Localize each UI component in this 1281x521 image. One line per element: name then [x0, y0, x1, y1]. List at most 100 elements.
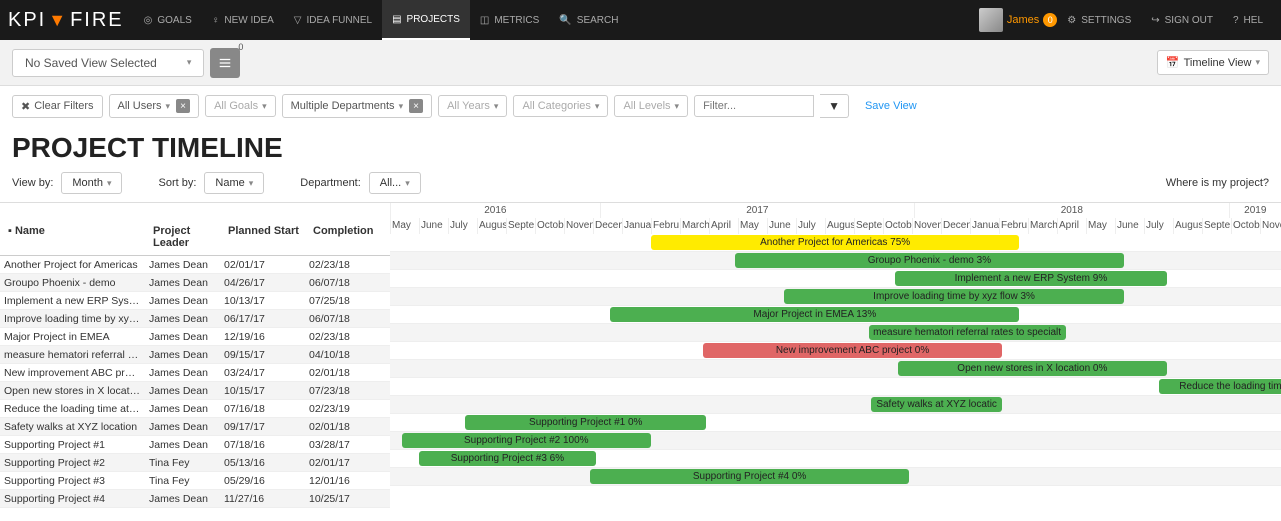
table-row[interactable]: Implement a new ERP SystemJames Dean10/1…: [0, 292, 390, 310]
years-filter[interactable]: All Years▾: [438, 95, 507, 117]
table-row[interactable]: Major Project in EMEAJames Dean12/19/160…: [0, 328, 390, 346]
sort-by-value: Name: [215, 177, 244, 189]
table-row[interactable]: Supporting Project #3Tina Fey05/29/1612/…: [0, 472, 390, 490]
cell-name: Improve loading time by xyz fl...: [0, 313, 145, 325]
gantt-bar[interactable]: Safety walks at XYZ locatic: [871, 397, 1002, 412]
cell-start: 05/13/16: [220, 457, 305, 469]
levels-filter[interactable]: All Levels▾: [614, 95, 688, 117]
table-row[interactable]: Open new stores in X locationJames Dean1…: [0, 382, 390, 400]
logo[interactable]: KPI ▼ FIRE: [8, 9, 124, 32]
gantt-bar[interactable]: Groupo Phoenix - demo 3%: [735, 253, 1124, 268]
view-controls: View by: Month ▾ Sort by: Name ▾ Departm…: [0, 168, 1281, 202]
table-row[interactable]: Reduce the loading time at D...James Dea…: [0, 400, 390, 418]
col-completion[interactable]: Completion: [311, 223, 396, 251]
month-label: Noven: [912, 218, 941, 234]
cell-name: Reduce the loading time at D...: [0, 403, 145, 415]
filter-input[interactable]: [694, 95, 814, 117]
saved-view-dropdown[interactable]: No Saved View Selected ▾: [12, 49, 204, 77]
gantt-bar[interactable]: New improvement ABC project 0%: [703, 343, 1002, 358]
gantt-chart[interactable]: 2016201720182019 MayJuneJulyAugusSepteOc…: [390, 203, 1281, 508]
cell-end: 07/25/18: [305, 295, 390, 307]
col-start[interactable]: Planned Start: [226, 223, 311, 251]
nav-goals[interactable]: ◎GOALS: [134, 0, 202, 40]
department-label: Department:: [300, 177, 361, 189]
departments-filter[interactable]: Multiple Departments▾×: [282, 94, 432, 118]
col-name[interactable]: ▪ Name: [6, 223, 151, 251]
table-row[interactable]: Supporting Project #1James Dean07/18/160…: [0, 436, 390, 454]
categories-filter[interactable]: All Categories▾: [513, 95, 608, 117]
table-row[interactable]: Groupo Phoenix - demoJames Dean04/26/170…: [0, 274, 390, 292]
table-row[interactable]: measure hematori referral rate...James D…: [0, 346, 390, 364]
cell-name: New improvement ABC proje...: [0, 367, 145, 379]
cell-name: Supporting Project #3: [0, 475, 145, 487]
gantt-bar[interactable]: Supporting Project #4 0%: [590, 469, 909, 484]
users-filter[interactable]: All Users▾×: [109, 94, 200, 118]
month-label: March: [1028, 218, 1057, 234]
nav-idea-funnel[interactable]: ▽IDEA FUNNEL: [284, 0, 382, 40]
page-title: PROJECT TIMELINE: [12, 132, 1269, 164]
close-icon[interactable]: ×: [409, 99, 423, 113]
col-leader[interactable]: Project Leader: [151, 223, 226, 251]
timeline-view-label: Timeline View: [1184, 57, 1252, 69]
table-row[interactable]: Supporting Project #2Tina Fey05/13/1602/…: [0, 454, 390, 472]
metrics-icon: ◫: [480, 15, 489, 26]
gantt-bar[interactable]: Implement a new ERP System 9%: [895, 271, 1168, 286]
month-label: March: [680, 218, 709, 234]
view-bar: No Saved View Selected ▾ 📅 Timeline View…: [0, 40, 1281, 86]
close-icon[interactable]: ×: [176, 99, 190, 113]
month-header-row: MayJuneJulyAugusSepteOctobNovenDecenJanu…: [390, 218, 1281, 234]
save-view-link[interactable]: Save View: [865, 100, 917, 112]
gantt-bar[interactable]: Major Project in EMEA 13%: [610, 307, 1019, 322]
cell-leader: James Dean: [145, 439, 220, 451]
gantt-bar[interactable]: Supporting Project #3 6%: [419, 451, 596, 466]
where-is-my-project-link[interactable]: Where is my project?: [1166, 177, 1269, 189]
nav-sign-out[interactable]: ↪SIGN OUT: [1141, 0, 1223, 40]
view-by-dropdown[interactable]: Month ▾: [61, 172, 122, 194]
month-label: Augus: [477, 218, 506, 234]
filter-apply-button[interactable]: ▼: [820, 94, 849, 118]
table-header: ▪ Name Project Leader Planned Start Comp…: [0, 203, 390, 256]
chevron-down-icon: ▾: [187, 57, 192, 68]
nav-projects[interactable]: ▤PROJECTS: [382, 0, 470, 40]
table-row[interactable]: Safety walks at XYZ locationJames Dean09…: [0, 418, 390, 436]
cell-start: 12/19/16: [220, 331, 305, 343]
month-label: Augus: [1173, 218, 1202, 234]
cell-leader: James Dean: [145, 313, 220, 325]
nav-label: SIGN OUT: [1165, 15, 1213, 26]
target-icon: ◎: [144, 15, 153, 26]
projects-icon: ▤: [392, 14, 401, 25]
table-row[interactable]: Another Project for AmericasJames Dean02…: [0, 256, 390, 274]
month-label: Noven: [564, 218, 593, 234]
notification-badge[interactable]: 0: [1043, 13, 1057, 27]
timeline-view-button[interactable]: 📅 Timeline View ▾: [1157, 50, 1269, 75]
table-row[interactable]: New improvement ABC proje...James Dean03…: [0, 364, 390, 382]
year-label: 2016: [390, 203, 600, 218]
nav-search[interactable]: 🔍SEARCH: [549, 0, 628, 40]
sort-by-label: Sort by:: [158, 177, 196, 189]
gantt-bar[interactable]: Supporting Project #2 100%: [402, 433, 651, 448]
nav-metrics[interactable]: ◫METRICS: [470, 0, 549, 40]
gantt-bar[interactable]: Another Project for Americas 75%: [651, 235, 1019, 250]
month-label: Decen: [941, 218, 970, 234]
department-dropdown[interactable]: All... ▾: [369, 172, 421, 194]
nav-new-idea[interactable]: ♀NEW IDEA: [202, 0, 284, 40]
gantt-bar[interactable]: measure hematori referral rates to speci…: [869, 325, 1066, 340]
gantt-row: Groupo Phoenix - demo 3%: [390, 252, 1281, 270]
cell-start: 09/17/17: [220, 421, 305, 433]
sliders-icon[interactable]: [210, 48, 240, 78]
nav-settings[interactable]: ⚙SETTINGS: [1057, 0, 1141, 40]
gantt-bar[interactable]: Reduce the loading time at Dock A 9%: [1159, 379, 1281, 394]
month-label: Noven: [1260, 218, 1281, 234]
table-row[interactable]: Supporting Project #4James Dean11/27/161…: [0, 490, 390, 508]
sort-by-dropdown[interactable]: Name ▾: [204, 172, 264, 194]
cell-leader: Tina Fey: [145, 475, 220, 487]
gantt-bar[interactable]: Open new stores in X location 0%: [898, 361, 1168, 376]
table-row[interactable]: Improve loading time by xyz fl...James D…: [0, 310, 390, 328]
user-name[interactable]: James: [1007, 14, 1039, 26]
gantt-bar[interactable]: Supporting Project #1 0%: [465, 415, 706, 430]
clear-filters-button[interactable]: ✖ Clear Filters: [12, 95, 103, 118]
avatar[interactable]: [979, 8, 1003, 32]
nav-hel[interactable]: ?HEL: [1223, 0, 1273, 40]
gantt-bar[interactable]: Improve loading time by xyz flow 3%: [784, 289, 1123, 304]
goals-filter[interactable]: All Goals▾: [205, 95, 276, 117]
